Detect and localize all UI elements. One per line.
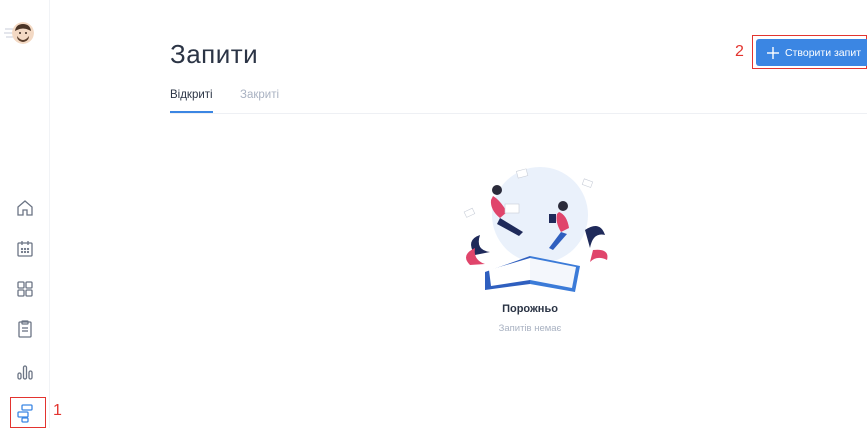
empty-state-title: Порожньо: [502, 303, 558, 315]
annotation-box-1: [10, 397, 46, 428]
sidebar-item-dashboard[interactable]: [14, 278, 36, 300]
empty-state-subtitle: Запитів немає: [498, 323, 562, 334]
grid-icon: [17, 281, 33, 297]
main-content: Запити Створити запит Відкриті Закриті П…: [50, 0, 867, 428]
tab-closed[interactable]: Закриті: [240, 89, 279, 101]
create-request-label: Створити запит: [785, 46, 862, 59]
calendar-icon: [17, 241, 33, 257]
sidebar-item-calendar[interactable]: [14, 238, 36, 260]
tab-open[interactable]: Відкриті: [170, 89, 213, 101]
sidebar-item-tasks[interactable]: [14, 318, 36, 340]
sidebar: [0, 0, 50, 428]
sidebar-item-home[interactable]: [14, 197, 36, 219]
home-icon: [17, 200, 33, 216]
bar-chart-icon: [17, 365, 33, 380]
sidebar-item-reports[interactable]: [14, 361, 36, 383]
active-tab-indicator: [170, 111, 213, 113]
empty-state-illustration: [463, 167, 608, 292]
plus-icon: [767, 46, 779, 59]
create-request-button[interactable]: Створити запит: [756, 39, 867, 66]
avatar[interactable]: [12, 22, 34, 44]
clipboard-icon: [18, 320, 32, 338]
tab-bar: Відкриті Закриті: [170, 86, 867, 114]
page-title: Запити: [170, 39, 259, 69]
